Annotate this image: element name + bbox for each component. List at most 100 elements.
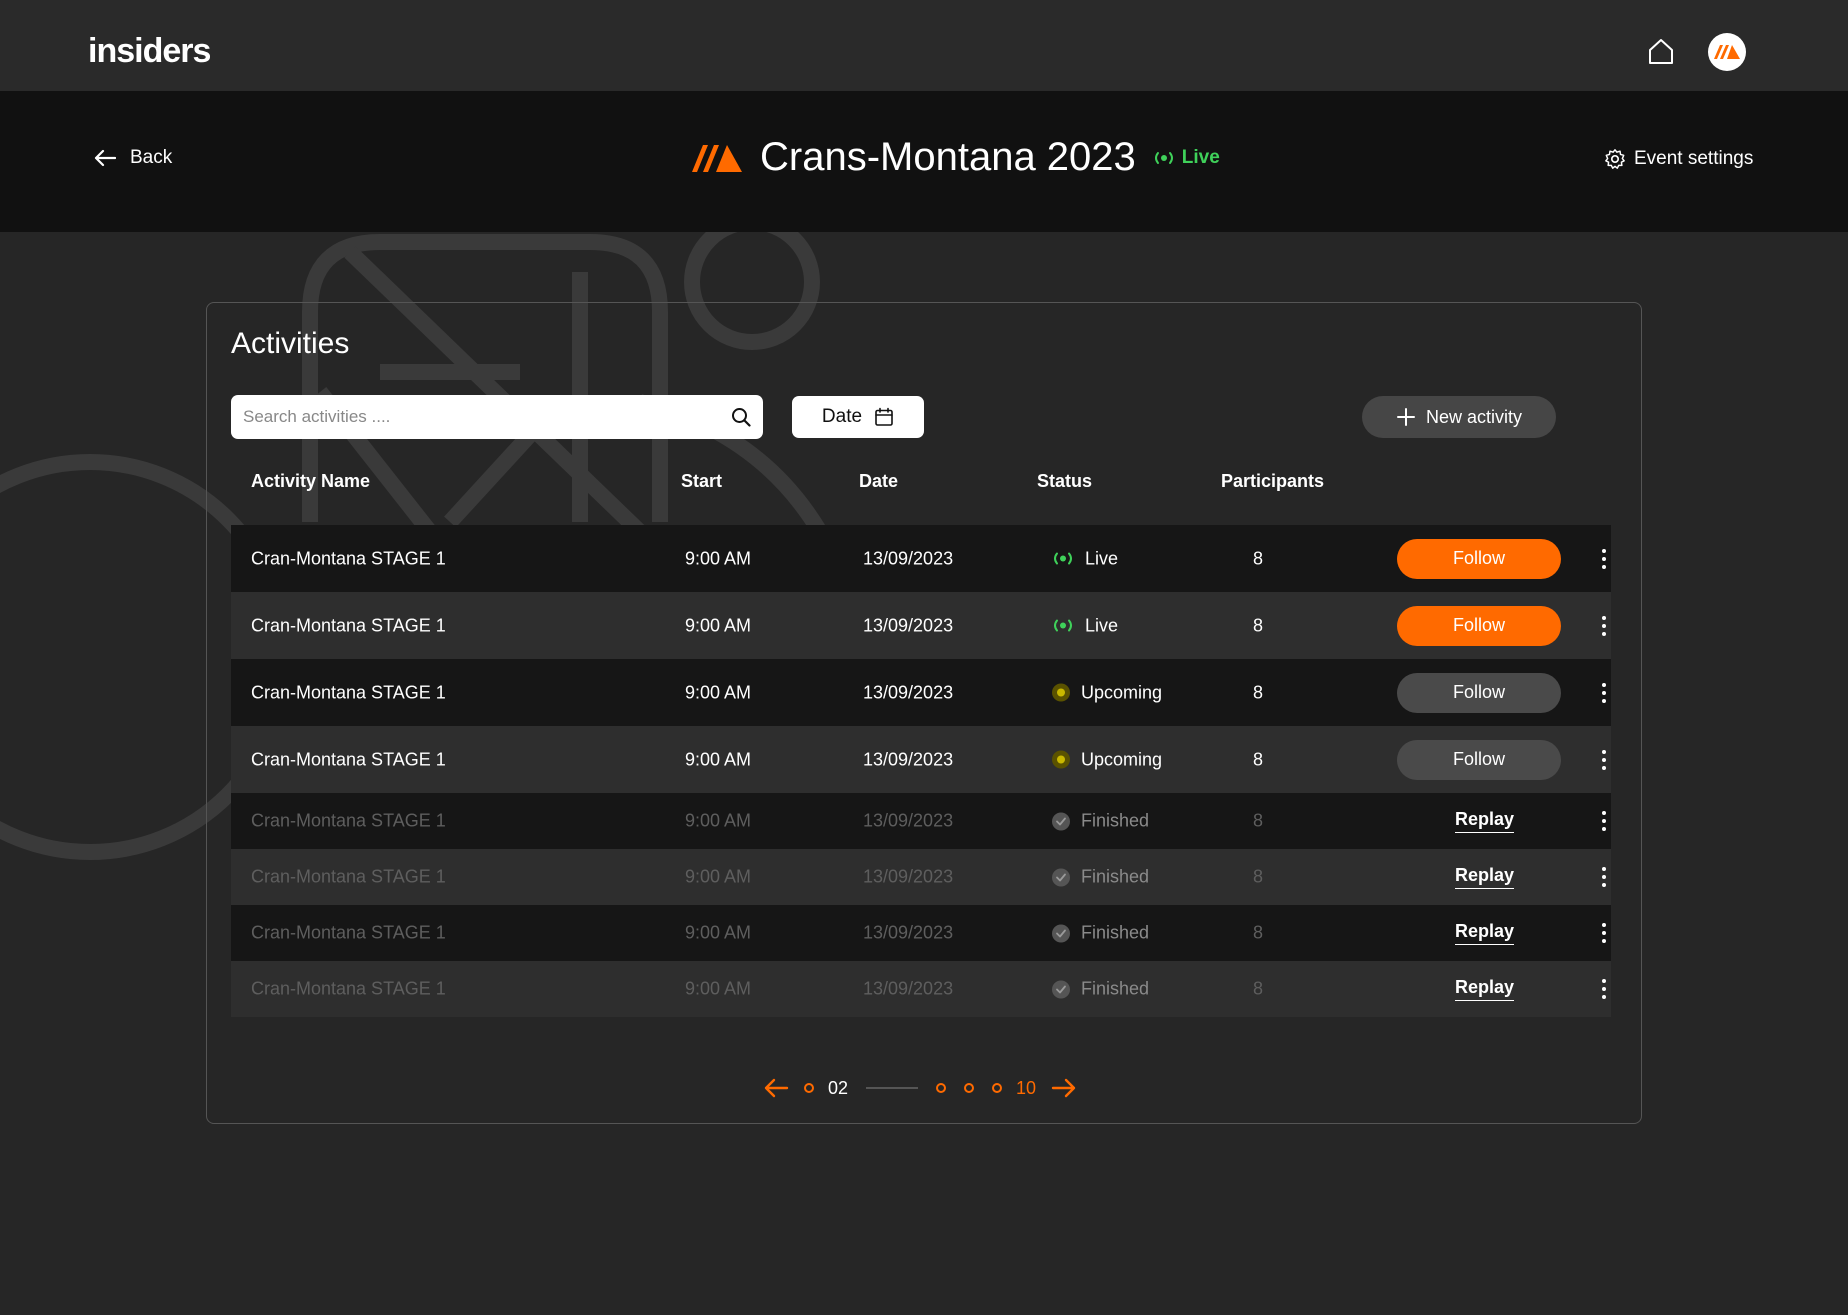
new-activity-button[interactable]: New activity [1362, 396, 1556, 438]
more-options-icon[interactable] [1589, 867, 1619, 887]
replay-link[interactable]: Replay [1455, 865, 1515, 889]
participants-count: 8 [1253, 548, 1264, 568]
activity-start: 9:00 AM [685, 866, 752, 887]
follow-button[interactable]: Follow [1397, 739, 1561, 780]
date-filter-label: Date [821, 406, 863, 427]
brand-stripes-icon [692, 144, 742, 172]
back-button[interactable]: Back [94, 147, 172, 169]
status-badge: Upcoming [1051, 749, 1162, 770]
insiders-logo[interactable]: insiders [88, 32, 211, 71]
status-badge: Finished [1051, 867, 1149, 888]
upcoming-dot-icon [1052, 750, 1070, 769]
participants-count: 8 [1253, 682, 1264, 702]
page-dot[interactable] [804, 1083, 814, 1093]
column-header-activity-name[interactable]: Activity Name [251, 471, 370, 492]
follow-button[interactable]: Follow [1397, 605, 1561, 646]
status-label: Finished [1081, 866, 1150, 887]
column-header-date[interactable]: Date [859, 471, 898, 492]
activity-start: 9:00 AM [685, 615, 752, 635]
participants-count: 8 [1253, 866, 1264, 887]
table-row[interactable]: Cran-Montana STAGE 1 9:00 AM 13/09/2023 … [231, 525, 1611, 592]
current-page[interactable]: 02 [828, 1078, 848, 1099]
replay-link[interactable]: Replay [1455, 977, 1515, 1001]
check-circle-icon [1052, 924, 1070, 942]
status-label: Live [1085, 548, 1119, 568]
activity-name: Cran-Montana STAGE 1 [251, 810, 446, 831]
replay-link[interactable]: Replay [1455, 809, 1515, 833]
prev-page-icon[interactable] [762, 1077, 790, 1099]
table-row[interactable]: Cran-Montana STAGE 1 9:00 AM 13/09/2023 … [231, 592, 1611, 659]
brand-stripes-icon [1714, 45, 1740, 59]
follow-button[interactable]: Follow [1397, 672, 1561, 713]
column-header-status[interactable]: Status [1037, 471, 1092, 492]
event-header: Back Crans-Montana 2023 Live Event setti… [0, 91, 1848, 232]
activities-panel: Activities Date New activity Activity Na… [206, 302, 1642, 1124]
column-header-participants[interactable]: Participants [1221, 471, 1324, 492]
more-options-icon[interactable] [1589, 979, 1619, 999]
more-options-icon[interactable] [1589, 682, 1619, 703]
activity-date: 13/09/2023 [863, 810, 954, 831]
more-options-icon[interactable] [1589, 548, 1619, 569]
activity-start: 9:00 AM [685, 922, 752, 943]
pagination: 02 10 [762, 1073, 1078, 1103]
table-row[interactable]: Cran-Montana STAGE 1 9:00 AM 13/09/2023 … [231, 905, 1611, 961]
replay-link[interactable]: Replay [1455, 921, 1515, 945]
table-row[interactable]: Cran-Montana STAGE 1 9:00 AM 13/09/2023 … [231, 793, 1611, 849]
status-label: Finished [1081, 922, 1150, 943]
status-badge: Finished [1051, 923, 1149, 944]
activity-start: 9:00 AM [685, 810, 752, 831]
table-row[interactable]: Cran-Montana STAGE 1 9:00 AM 13/09/2023 … [231, 849, 1611, 905]
event-title-group: Crans-Montana 2023 Live [690, 135, 1220, 180]
broadcast-icon [1154, 151, 1173, 164]
activity-date: 13/09/2023 [863, 866, 954, 887]
arrow-left-icon [94, 149, 116, 167]
activity-name: Cran-Montana STAGE 1 [251, 922, 446, 943]
pagination-separator [866, 1087, 919, 1089]
participants-count: 8 [1253, 978, 1264, 999]
activity-date: 13/09/2023 [863, 548, 954, 568]
table-row[interactable]: Cran-Montana STAGE 1 9:00 AM 13/09/2023 … [231, 659, 1611, 726]
panel-title: Activities [231, 327, 350, 360]
activity-date: 13/09/2023 [863, 749, 954, 769]
event-settings-button[interactable]: Event settings [1604, 148, 1753, 170]
activity-date: 13/09/2023 [863, 922, 954, 943]
next-page-icon[interactable] [1050, 1077, 1078, 1099]
activity-name: Cran-Montana STAGE 1 [251, 978, 446, 999]
status-badge: Live [1051, 548, 1118, 569]
more-options-icon[interactable] [1589, 811, 1619, 831]
activity-name: Cran-Montana STAGE 1 [251, 548, 446, 568]
participants-count: 8 [1253, 810, 1264, 831]
status-label: Finished [1081, 978, 1150, 999]
page-dot[interactable] [964, 1083, 975, 1093]
gear-icon [1605, 149, 1625, 169]
status-label: Finished [1081, 810, 1150, 831]
last-page[interactable]: 10 [1016, 1078, 1036, 1099]
avatar[interactable] [1708, 33, 1746, 71]
activity-start: 9:00 AM [685, 548, 752, 568]
activity-name: Cran-Montana STAGE 1 [251, 682, 446, 702]
page-dot[interactable] [936, 1083, 947, 1093]
activity-date: 13/09/2023 [863, 682, 954, 702]
status-label: Upcoming [1081, 749, 1163, 769]
plus-icon [1396, 408, 1415, 426]
home-icon[interactable] [1646, 36, 1676, 66]
activity-name: Cran-Montana STAGE 1 [251, 866, 446, 887]
activity-name: Cran-Montana STAGE 1 [251, 749, 446, 769]
event-title: Crans-Montana 2023 [760, 135, 1136, 179]
column-header-start[interactable]: Start [681, 471, 722, 492]
table-row[interactable]: Cran-Montana STAGE 1 9:00 AM 13/09/2023 … [231, 726, 1611, 793]
table-row[interactable]: Cran-Montana STAGE 1 9:00 AM 13/09/2023 … [231, 961, 1611, 1017]
search-input[interactable] [243, 407, 731, 427]
upcoming-dot-icon [1052, 683, 1070, 702]
live-label: Live [1181, 146, 1220, 168]
more-options-icon[interactable] [1589, 749, 1619, 770]
search-icon[interactable] [731, 407, 751, 427]
top-bar: insiders [0, 0, 1848, 91]
back-label: Back [130, 147, 173, 168]
activity-start: 9:00 AM [685, 978, 752, 999]
more-options-icon[interactable] [1589, 615, 1619, 636]
date-filter-button[interactable]: Date [792, 396, 924, 438]
more-options-icon[interactable] [1589, 923, 1619, 943]
follow-button[interactable]: Follow [1397, 538, 1561, 579]
page-dot[interactable] [992, 1083, 1003, 1093]
